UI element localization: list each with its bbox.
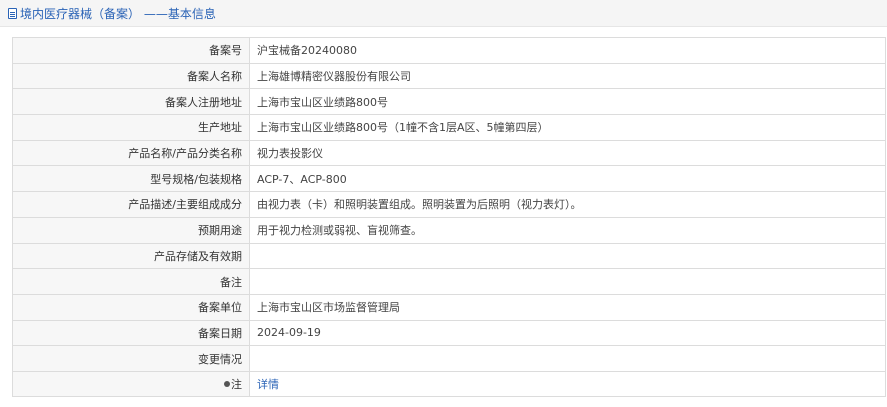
row-value: 上海市宝山区市场监督管理局 xyxy=(249,293,886,321)
note-value-cell: 详情 xyxy=(249,370,886,397)
row-label: 备案人注册地址 xyxy=(12,88,250,116)
row-label: 产品存储及有效期 xyxy=(12,242,250,270)
row-label: 生产地址 xyxy=(12,114,250,141)
table-row: 备案号 沪宝械备20240080 xyxy=(12,37,886,64)
bullet-icon xyxy=(224,380,230,387)
note-label-cell: 注 xyxy=(12,370,250,397)
table-row: 产品描述/主要组成成分 由视力表（卡）和照明装置组成。照明装置为后照明（视力表灯… xyxy=(12,191,886,218)
info-table: 备案号 沪宝械备20240080 备案人名称 上海雄博精密仪器股份有限公司 备案… xyxy=(12,37,886,397)
row-value: 上海市宝山区业绩路800号（1幢不含1层A区、5幢第四层） xyxy=(249,114,886,141)
row-value: 视力表投影仪 xyxy=(249,139,886,167)
page-title: 境内医疗器械（备案） ——基本信息 xyxy=(20,6,216,21)
row-value: 上海市宝山区业绩路800号 xyxy=(249,88,886,116)
table-row: 生产地址 上海市宝山区业绩路800号（1幢不含1层A区、5幢第四层） xyxy=(12,114,886,141)
row-value xyxy=(249,268,886,295)
table-row: 变更情况 xyxy=(12,345,886,372)
row-label: 备案人名称 xyxy=(12,62,250,90)
table-row: 备案日期 2024-09-19 xyxy=(12,319,886,347)
note-label: 注 xyxy=(231,377,242,391)
row-label: 变更情况 xyxy=(12,345,250,372)
row-label: 预期用途 xyxy=(12,216,250,244)
page-header: 境内医疗器械（备案） ——基本信息 xyxy=(0,0,887,27)
row-label: 备案号 xyxy=(12,37,250,64)
table-row: 预期用途 用于视力检测或弱视、盲视筛查。 xyxy=(12,216,886,244)
row-value: 沪宝械备20240080 xyxy=(249,37,886,64)
row-value: ACP-7、ACP-800 xyxy=(249,165,886,193)
document-icon xyxy=(8,7,17,19)
details-link[interactable]: 详情 xyxy=(257,378,279,391)
row-value: 用于视力检测或弱视、盲视筛查。 xyxy=(249,216,886,244)
row-label: 备案日期 xyxy=(12,319,250,347)
table-row: 备案单位 上海市宝山区市场监督管理局 xyxy=(12,293,886,321)
row-label: 产品名称/产品分类名称 xyxy=(12,139,250,167)
row-value xyxy=(249,345,886,372)
table-row: 备注 xyxy=(12,268,886,295)
table-row: 备案人注册地址 上海市宝山区业绩路800号 xyxy=(12,88,886,116)
table-row: 产品存储及有效期 xyxy=(12,242,886,270)
row-value: 由视力表（卡）和照明装置组成。照明装置为后照明（视力表灯）。 xyxy=(249,191,886,218)
row-label: 型号规格/包装规格 xyxy=(12,165,250,193)
row-label: 备注 xyxy=(12,268,250,295)
row-label: 产品描述/主要组成成分 xyxy=(12,191,250,218)
row-value: 上海雄博精密仪器股份有限公司 xyxy=(249,62,886,90)
table-row-note: 注 详情 xyxy=(12,370,886,397)
table-row: 型号规格/包装规格 ACP-7、ACP-800 xyxy=(12,165,886,193)
row-value xyxy=(249,242,886,270)
row-value: 2024-09-19 xyxy=(249,319,886,347)
row-label: 备案单位 xyxy=(12,293,250,321)
table-row: 产品名称/产品分类名称 视力表投影仪 xyxy=(12,139,886,167)
table-row: 备案人名称 上海雄博精密仪器股份有限公司 xyxy=(12,62,886,90)
